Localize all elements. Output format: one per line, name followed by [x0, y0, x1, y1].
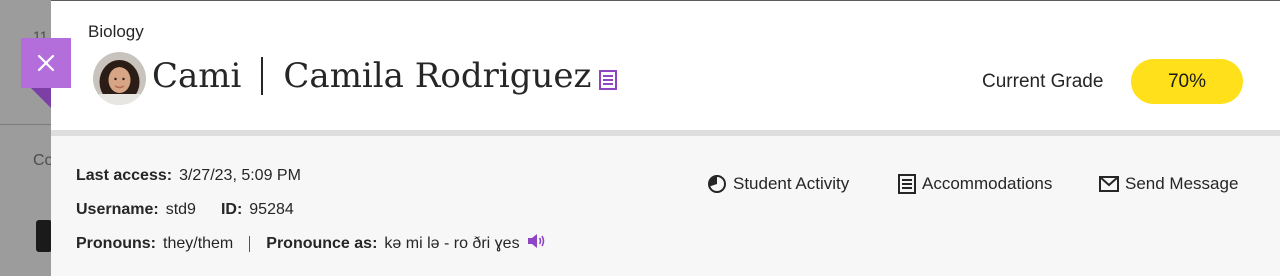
- send-message-label: Send Message: [1125, 174, 1239, 193]
- accommodations-badge-icon: [599, 59, 618, 99]
- activity-chart-icon: [708, 175, 726, 193]
- speaker-icon[interactable]: [526, 233, 546, 254]
- student-activity-link[interactable]: Student Activity: [707, 174, 849, 194]
- pronouns-row: Pronouns: they/them Pronounce as: kə mi …: [76, 233, 546, 254]
- current-grade-label: Current Grade: [982, 71, 1104, 92]
- student-activity-label: Student Activity: [733, 174, 850, 193]
- name-separator: [261, 57, 264, 95]
- panel-header: Biology Cami Camila Rodriguez Current Gr…: [51, 1, 1280, 130]
- pronouns-value: they/them: [163, 234, 234, 252]
- id-label: ID:: [220, 201, 243, 218]
- course-name: Biology: [88, 22, 144, 41]
- document-icon: [898, 174, 916, 194]
- background-icon: [36, 220, 52, 252]
- username-value: std9: [165, 201, 196, 218]
- pronounce-label: Pronounce as:: [266, 234, 378, 252]
- envelope-icon: [1099, 176, 1119, 192]
- close-button[interactable]: [21, 38, 71, 88]
- last-access-value: 3/27/23, 5:09 PM: [179, 167, 301, 184]
- close-button-fold: [31, 88, 51, 108]
- id-value: 95284: [249, 201, 294, 218]
- last-access-label: Last access:: [76, 167, 173, 184]
- accommodations-link[interactable]: Accommodations: [898, 174, 1052, 194]
- student-name-heading: Cami Camila Rodriguez: [152, 53, 618, 99]
- send-message-link[interactable]: Send Message: [1099, 174, 1238, 194]
- pronounce-value: kə mi lə - ro ðri ɣes: [384, 234, 520, 252]
- username-label: Username:: [76, 201, 159, 218]
- last-access-row: Last access: 3/27/23, 5:09 PM: [76, 167, 301, 185]
- accommodations-label: Accommodations: [922, 174, 1053, 193]
- full-name: Camila Rodriguez: [283, 56, 592, 96]
- preferred-name: Cami: [152, 56, 242, 96]
- pronouns-label: Pronouns:: [76, 234, 156, 252]
- current-grade-badge[interactable]: 70%: [1131, 59, 1243, 104]
- close-icon: [37, 54, 55, 72]
- username-row: Username: std9 ID: 95284: [76, 201, 294, 219]
- avatar: [93, 52, 146, 105]
- pronouns-separator: [249, 235, 251, 252]
